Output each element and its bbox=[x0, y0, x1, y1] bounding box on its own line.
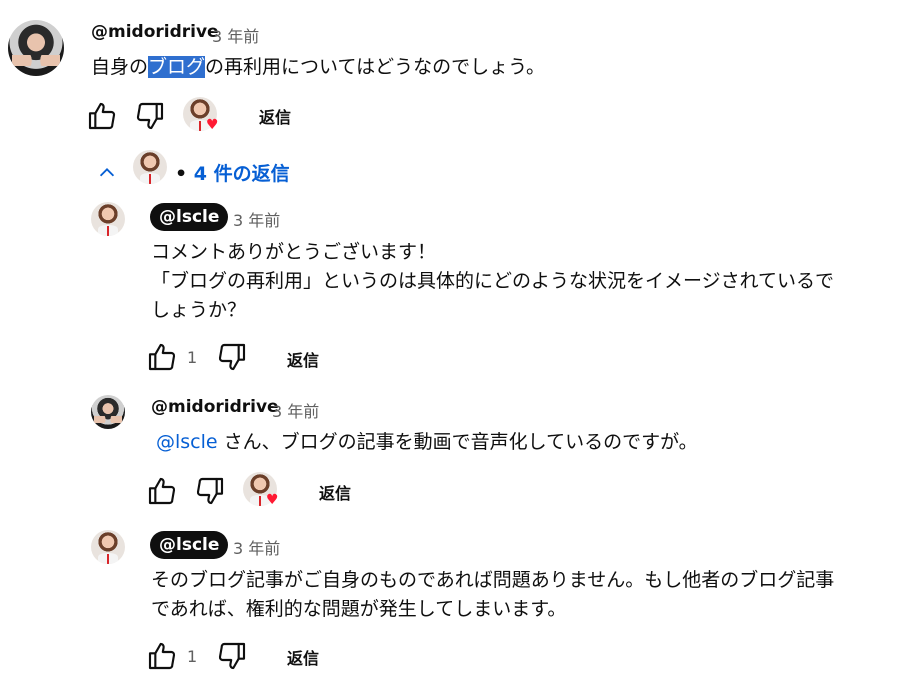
comment-text-part: の再利用についてはどうなのでしょう。 bbox=[205, 56, 545, 78]
avatar-lscle[interactable] bbox=[91, 202, 125, 236]
reply-author[interactable]: @midoridrive bbox=[151, 397, 279, 417]
thumb-down-icon[interactable] bbox=[194, 475, 226, 507]
reply-button[interactable]: 返信 bbox=[287, 645, 319, 669]
comment-text-part: 自身の bbox=[91, 56, 149, 78]
creator-author-badge[interactable]: @lscle bbox=[150, 531, 229, 559]
comment-time[interactable]: 3 年前 bbox=[212, 23, 259, 47]
replies-count-label[interactable]: 4 件の返信 bbox=[194, 163, 290, 185]
creator-author-badge[interactable]: @lscle bbox=[150, 203, 229, 231]
thumb-up-icon[interactable] bbox=[86, 100, 118, 132]
reply-text-line: 「ブログの再利用」というのは具体的にどのような状況をイメージされているで bbox=[151, 270, 835, 292]
reply-text: @lscle さん、ブログの記事を動画で音声化しているのですが。 bbox=[156, 427, 698, 458]
reply-time[interactable]: 3 年前 bbox=[233, 207, 280, 231]
separator-dot: • bbox=[175, 163, 188, 185]
reply-button[interactable]: 返信 bbox=[259, 104, 291, 128]
reply-thread-avatar bbox=[133, 150, 167, 184]
avatar-lscle[interactable] bbox=[91, 530, 125, 564]
reply-time[interactable]: 3 年前 bbox=[233, 535, 280, 559]
like-count: 1 bbox=[187, 348, 198, 367]
replies-toggle-button[interactable]: • 4 件の返信 bbox=[175, 159, 290, 186]
thumb-down-icon[interactable] bbox=[134, 100, 166, 132]
comment-text: 自身のブログの再利用についてはどうなのでしょう。 bbox=[91, 52, 545, 83]
reply-button[interactable]: 返信 bbox=[287, 347, 319, 371]
heart-icon: ♥ bbox=[206, 117, 219, 133]
selected-text: ブログ bbox=[148, 56, 206, 78]
mention-link[interactable]: @lscle bbox=[156, 431, 218, 453]
reply-text-line: コメントありがとうございます！ bbox=[151, 241, 437, 263]
reply-time[interactable]: 3 年前 bbox=[272, 398, 319, 422]
reply-button[interactable]: 返信 bbox=[319, 480, 351, 504]
avatar-midoridrive[interactable] bbox=[91, 395, 125, 429]
reply-text-part: さん、ブログの記事を動画で音声化しているのですが。 bbox=[217, 431, 698, 453]
thumb-down-icon[interactable] bbox=[216, 341, 248, 373]
thumb-up-icon[interactable] bbox=[146, 475, 178, 507]
reply-text-line: であれば、権利的な問題が発生してしまいます。 bbox=[151, 598, 567, 620]
thumb-up-icon[interactable] bbox=[146, 640, 178, 672]
reply-text-line: そのブログ記事がご自身のものであれば問題ありません。もし他者のブログ記事 bbox=[151, 569, 835, 591]
avatar-midoridrive[interactable] bbox=[8, 20, 64, 76]
like-count: 1 bbox=[187, 647, 198, 666]
chevron-up-icon[interactable] bbox=[96, 162, 118, 184]
thumb-down-icon[interactable] bbox=[216, 640, 248, 672]
thumb-up-icon[interactable] bbox=[146, 341, 178, 373]
comment-author[interactable]: @midoridrive bbox=[91, 22, 219, 42]
heart-icon: ♥ bbox=[266, 492, 279, 508]
reply-text-line: しょうか？ bbox=[151, 299, 247, 321]
